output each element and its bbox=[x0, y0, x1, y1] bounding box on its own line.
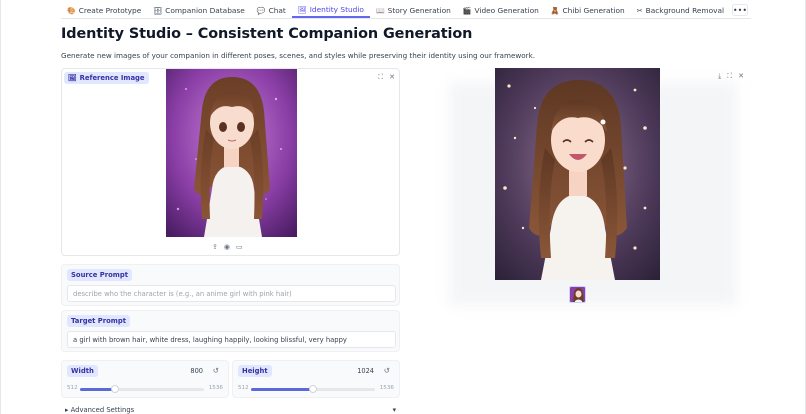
tab-create-prototype[interactable]: 🎨 Create Prototype bbox=[61, 3, 147, 18]
chat-icon: 💬 bbox=[256, 6, 266, 15]
source-prompt-label: Source Prompt bbox=[67, 269, 132, 281]
tab-background-removal[interactable]: ✂ Background Removal bbox=[631, 3, 730, 18]
source-prompt-input[interactable]: describe who the character is (e.g., an … bbox=[67, 285, 396, 302]
tab-label: Companion Database bbox=[165, 6, 245, 15]
reference-portrait bbox=[166, 69, 297, 237]
tab-label: Story Generation bbox=[387, 6, 451, 15]
chevron-down-icon: ▾ bbox=[392, 406, 396, 414]
height-slider-fill bbox=[251, 388, 313, 391]
target-prompt-card: Target Prompt a girl with brown hair, wh… bbox=[61, 310, 400, 352]
download-icon[interactable]: ⤓ bbox=[718, 72, 721, 81]
scissors-icon: ✂ bbox=[636, 6, 643, 15]
height-min: 512 bbox=[238, 385, 249, 391]
clapper-icon: 🎬 bbox=[462, 6, 472, 15]
more-tabs-button[interactable]: ••• bbox=[732, 4, 748, 16]
advanced-settings-toggle[interactable]: ▸ Advanced Settings ▾ bbox=[61, 406, 400, 414]
page-title: Identity Studio – Consistent Companion G… bbox=[61, 26, 473, 42]
generated-thumbnail[interactable] bbox=[569, 286, 586, 303]
target-prompt-input[interactable]: a girl with brown hair, white dress, lau… bbox=[67, 331, 396, 348]
output-tools: ⤓ ⛶ ✕ bbox=[718, 72, 744, 81]
tab-label: Chibi Generation bbox=[562, 6, 625, 15]
clipboard-icon[interactable]: ▭ bbox=[236, 243, 243, 251]
width-range: 512 1536 bbox=[67, 384, 223, 394]
close-icon[interactable]: ✕ bbox=[389, 73, 395, 82]
page: 🎨 Create Prototype 🗄 Companion Database 💬 Cha… bbox=[0, 0, 806, 414]
width-value[interactable]: 800 bbox=[190, 367, 203, 375]
reference-actions: ⇪ ◉ ▭ bbox=[212, 243, 243, 251]
width-slider-thumb[interactable] bbox=[110, 385, 119, 393]
output-image-panel[interactable]: ⤓ ⛶ ✕ bbox=[413, 68, 750, 306]
height-label: Height bbox=[238, 365, 272, 377]
tab-identity-studio[interactable]: 🖼 Identity Studio bbox=[291, 3, 370, 18]
image-icon: 🖼 bbox=[68, 74, 77, 82]
height-value[interactable]: 1024 bbox=[357, 367, 374, 375]
source-prompt-card: Source Prompt describe who the character… bbox=[61, 264, 400, 306]
tab-label: Chat bbox=[268, 6, 286, 15]
reset-icon[interactable]: ↺ bbox=[384, 366, 390, 375]
width-slider-card: Width 800 ↺ 512 1536 bbox=[61, 360, 229, 398]
close-icon[interactable]: ✕ bbox=[738, 72, 744, 81]
tab-label: Identity Studio bbox=[309, 5, 364, 14]
height-max: 1536 bbox=[379, 385, 394, 391]
target-prompt-label: Target Prompt bbox=[67, 315, 130, 327]
width-max: 1536 bbox=[208, 385, 223, 391]
height-slider-card: Height 1024 ↺ 512 1536 bbox=[232, 360, 400, 398]
upload-icon[interactable]: ⇪ bbox=[212, 243, 218, 251]
reference-image bbox=[166, 69, 297, 237]
tab-video-generation[interactable]: 🎬 Video Generation bbox=[457, 3, 545, 18]
tab-chat[interactable]: 💬 Chat bbox=[251, 3, 292, 18]
chevron-right-icon: ▸ bbox=[65, 406, 69, 414]
palette-icon: 🎨 bbox=[67, 6, 76, 15]
width-label: Width bbox=[67, 365, 98, 377]
chibi-icon: 🧸 bbox=[550, 6, 560, 15]
tab-chibi-generation[interactable]: 🧸 Chibi Generation bbox=[545, 3, 631, 18]
database-icon: 🗄 bbox=[153, 6, 163, 15]
tab-companion-database[interactable]: 🗄 Companion Database bbox=[147, 3, 251, 18]
book-icon: 📖 bbox=[375, 6, 385, 15]
tab-label: Background Removal bbox=[645, 6, 725, 15]
width-slider-fill bbox=[80, 388, 115, 391]
reference-image-label: 🖼 Reference Image bbox=[64, 72, 149, 84]
webcam-icon[interactable]: ◉ bbox=[224, 243, 230, 251]
page-subtitle: Generate new images of your companion in… bbox=[61, 51, 536, 60]
height-range: 512 1536 bbox=[238, 384, 394, 394]
generated-image bbox=[495, 68, 660, 280]
height-slider-track[interactable] bbox=[251, 385, 375, 393]
width-min: 512 bbox=[67, 385, 78, 391]
reference-tools: ⛶ ✕ bbox=[378, 73, 395, 82]
tab-label: Create Prototype bbox=[78, 6, 142, 15]
fullscreen-icon[interactable]: ⛶ bbox=[727, 72, 732, 81]
fullscreen-icon[interactable]: ⛶ bbox=[378, 73, 383, 82]
width-slider-track[interactable] bbox=[80, 385, 204, 393]
tab-label: Video Generation bbox=[474, 6, 539, 15]
tab-bar: 🎨 Create Prototype 🗄 Companion Database 💬 Cha… bbox=[61, 3, 751, 19]
image-icon: 🖼 bbox=[297, 5, 307, 14]
height-slider-thumb[interactable] bbox=[309, 385, 317, 393]
generated-portrait bbox=[495, 68, 660, 280]
tab-story-generation[interactable]: 📖 Story Generation bbox=[370, 3, 457, 18]
reference-image-panel[interactable]: 🖼 Reference Image ⛶ ✕ ⇪ ◉ ▭ bbox=[61, 68, 400, 256]
reset-icon[interactable]: ↺ bbox=[213, 366, 219, 375]
thumbnail-portrait bbox=[570, 287, 585, 302]
